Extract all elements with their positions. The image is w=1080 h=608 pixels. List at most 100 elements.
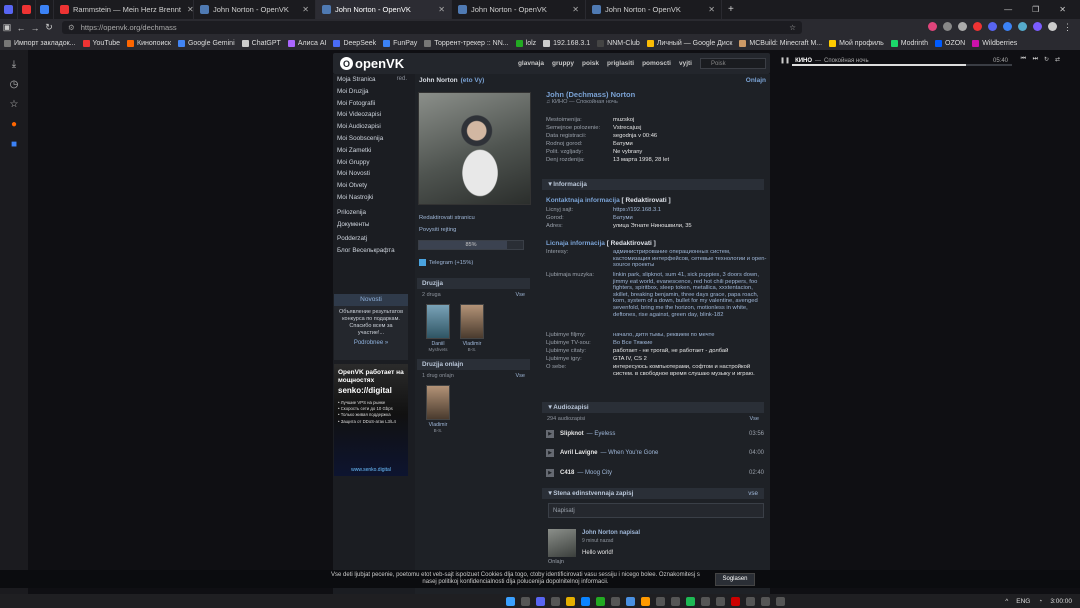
menu-item-search[interactable]: poisk xyxy=(582,60,599,67)
left-menu-item[interactable]: Moi Novosti xyxy=(333,168,413,180)
track-title[interactable]: — Moog City xyxy=(577,470,612,476)
player-progress[interactable] xyxy=(792,64,1012,66)
post-author[interactable]: John Norton xyxy=(582,530,618,536)
edit-personal-link[interactable]: [ Redaktirovati ] xyxy=(607,240,656,247)
extension-icon[interactable]: ■ xyxy=(0,134,28,154)
app-icon[interactable] xyxy=(670,596,680,606)
edit-contact-link[interactable]: [ Redaktirovati ] xyxy=(622,197,671,204)
openvk-logo[interactable]: OopenVK xyxy=(333,56,404,71)
app-icon[interactable] xyxy=(760,596,770,606)
pause-icon[interactable]: ❚❚ xyxy=(780,57,790,64)
audio-track[interactable]: ▶ C418— Moog City 02:40 xyxy=(546,467,764,479)
bookmark-item[interactable]: YouTube xyxy=(82,39,120,47)
bookmark-item[interactable]: Wildberries xyxy=(972,39,1017,47)
bookmark-item[interactable]: Modrinth xyxy=(890,39,928,47)
maximize-icon[interactable]: ❐ xyxy=(1032,5,1039,14)
left-menu-item[interactable]: Podderzatj xyxy=(333,233,413,245)
bookmark-item[interactable]: Алиса AI xyxy=(287,39,326,47)
left-menu-item[interactable]: Moi Druzjja xyxy=(333,86,413,98)
track-title[interactable]: — Eyeless xyxy=(587,431,616,437)
audio-all-link[interactable]: Vse xyxy=(750,416,759,422)
cookie-accept-button[interactable]: Soglasen xyxy=(715,572,755,586)
steam-icon[interactable] xyxy=(745,596,755,606)
app-icon[interactable] xyxy=(655,596,665,606)
app-icon[interactable] xyxy=(700,596,710,606)
edit-menu-link[interactable]: red. xyxy=(397,74,407,86)
track-title[interactable]: — When You're Gone xyxy=(600,450,658,456)
profile-status[interactable]: ♫ КИНО — Спокойная ночь xyxy=(546,99,618,105)
pinned-tab[interactable] xyxy=(18,0,36,19)
left-menu-item[interactable]: Moi Otvety xyxy=(333,180,413,192)
left-menu-item[interactable]: Moi Gruppy xyxy=(333,157,413,169)
bookmark-item[interactable]: MCBuild: Minecraft M... xyxy=(739,39,822,47)
app-icon[interactable] xyxy=(580,596,590,606)
prev-icon[interactable]: ⏮ xyxy=(1021,56,1026,63)
telegram-link[interactable]: Telegram (+15%) xyxy=(419,259,473,266)
browser-tab[interactable]: John Norton - OpenVK ✕ xyxy=(452,0,586,19)
menu-item-logout[interactable]: vyjti xyxy=(679,60,692,67)
extension-icon[interactable] xyxy=(1018,22,1027,31)
menu-item-help[interactable]: pomoscti xyxy=(642,60,671,67)
bookmark-item[interactable]: Импорт закладок... xyxy=(4,39,76,47)
website-link[interactable]: https://192.168.3.1 xyxy=(613,207,661,214)
pinned-tab[interactable] xyxy=(0,0,18,19)
browser-tab-active[interactable]: John Norton - OpenVK ✕ xyxy=(316,0,452,19)
post-time[interactable]: 9 minut nazad xyxy=(582,538,613,544)
wall-post-input[interactable]: Napisatj xyxy=(548,503,764,518)
close-icon[interactable]: ✕ xyxy=(432,5,445,14)
account-icon[interactable] xyxy=(958,22,967,31)
extension-icon[interactable] xyxy=(1033,22,1042,31)
left-menu-item[interactable]: Moi Zametki xyxy=(333,145,413,157)
friends-online-all-link[interactable]: Vse xyxy=(516,373,525,379)
bookmark-item[interactable]: Google Gemini xyxy=(177,39,235,47)
bookmark-star-icon[interactable]: ☆ xyxy=(789,23,796,32)
post-author-avatar[interactable] xyxy=(548,529,576,557)
clock[interactable]: 3:00:00 xyxy=(1050,598,1072,605)
sidebar-toggle-icon[interactable]: ▣ xyxy=(0,22,14,33)
left-menu-item[interactable]: Moi Fotografii xyxy=(333,98,413,110)
friends-online-header[interactable]: Druzjja onlajn xyxy=(417,359,530,370)
download-icon[interactable] xyxy=(943,22,952,31)
bookmark-item[interactable]: Кинопоиск xyxy=(127,39,171,47)
bookmark-item[interactable]: Торрент-трекер :: NN... xyxy=(424,39,509,47)
extension-icon[interactable]: ● xyxy=(0,114,28,134)
shuffle-icon[interactable]: ⇄ xyxy=(1055,56,1060,63)
close-icon[interactable]: ✕ xyxy=(566,5,579,14)
app-icon[interactable] xyxy=(775,596,785,606)
bookmark-item[interactable]: 192.168.3.1 xyxy=(543,39,590,47)
address-bar[interactable]: ⚙ https://openvk.org/dechmass ☆ xyxy=(62,21,802,34)
friend-card[interactable]: Daniil Myshvets xyxy=(423,304,453,352)
browser-tab[interactable]: Rammstein — Mein Herz Brennt ✕ xyxy=(54,0,194,19)
track-artist[interactable]: Avril Lavigne xyxy=(560,450,597,456)
menu-item-home[interactable]: glavnaja xyxy=(518,60,544,67)
audio-section-header[interactable]: ▼ Audiozapisi xyxy=(542,402,764,413)
play-icon[interactable]: ▶ xyxy=(546,430,554,438)
left-menu-item[interactable]: Moi Audiozapisi xyxy=(333,121,413,133)
downloads-icon[interactable]: ⤓ xyxy=(0,54,28,74)
search-icon[interactable] xyxy=(520,596,530,606)
left-menu-item[interactable]: Moi Nastrojki xyxy=(333,192,413,204)
forward-icon[interactable]: → xyxy=(28,23,42,33)
extension-icon[interactable] xyxy=(1003,22,1012,31)
bookmark-item[interactable]: OZON xyxy=(935,39,965,47)
ad-banner[interactable]: OpenVK работает на мощностях senko://dig… xyxy=(334,364,408,476)
browser-tab[interactable]: John Norton - OpenVK ✕ xyxy=(194,0,316,19)
next-icon[interactable]: ⏭ xyxy=(1033,56,1038,63)
left-menu-item[interactable]: Moi Soobscenija xyxy=(333,133,413,145)
repeat-icon[interactable]: ↻ xyxy=(1044,56,1049,63)
window-close-icon[interactable]: ✕ xyxy=(1059,5,1066,14)
close-icon[interactable]: ✕ xyxy=(181,5,193,14)
close-icon[interactable]: ✕ xyxy=(702,5,715,14)
bookmark-item[interactable]: DeepSeek xyxy=(333,39,376,47)
minimize-icon[interactable]: — xyxy=(1004,5,1012,14)
close-icon[interactable]: ✕ xyxy=(296,5,309,14)
wall-all-link[interactable]: vse xyxy=(748,490,764,497)
browser-icon[interactable] xyxy=(625,596,635,606)
bookmark-item[interactable]: Личный — Google Диск xyxy=(646,39,732,47)
app-icon[interactable] xyxy=(610,596,620,606)
app-icon[interactable] xyxy=(730,596,740,606)
edit-page-link[interactable]: Redaktirovati stranicu xyxy=(419,215,475,221)
site-info-icon[interactable]: ⚙ xyxy=(68,23,75,32)
audio-track[interactable]: ▶ Avril Lavigne — When You're Gone 04:00 xyxy=(546,447,764,459)
bookmark-item[interactable]: ChatGPT xyxy=(241,39,281,47)
